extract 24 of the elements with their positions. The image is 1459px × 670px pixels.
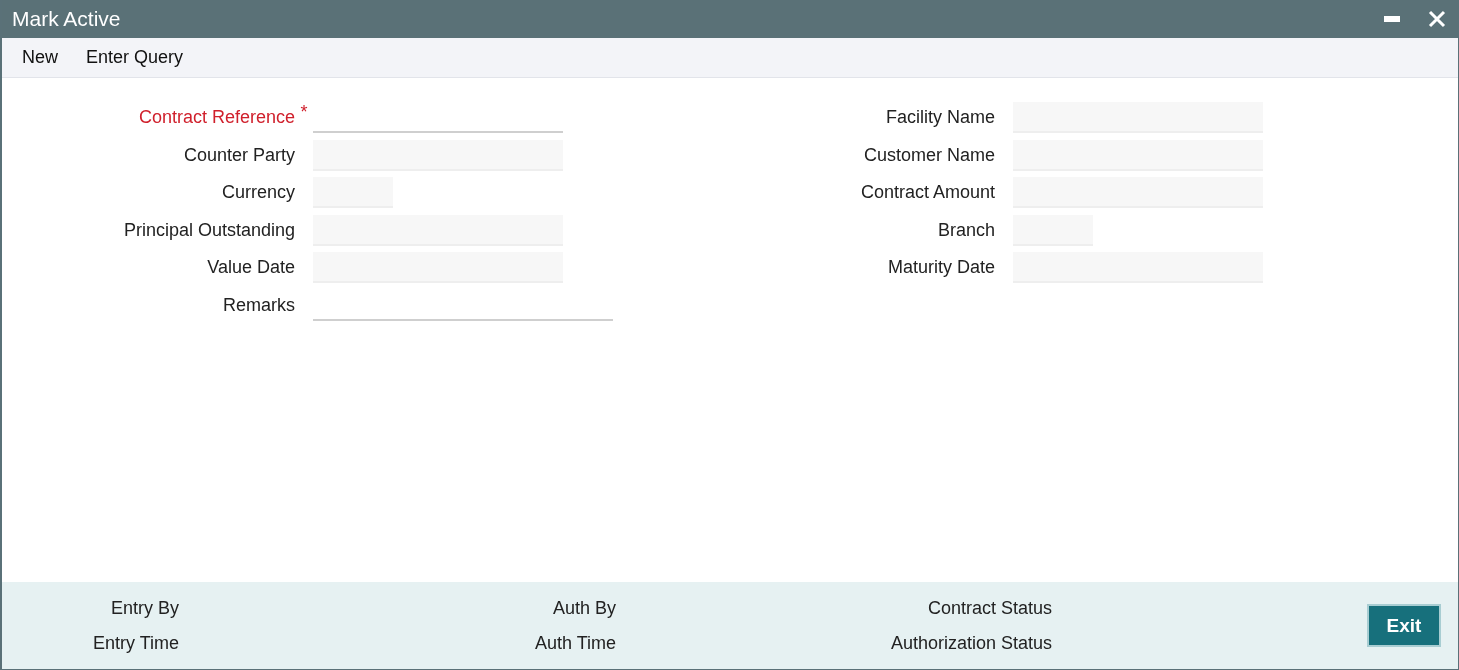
field-label: Counter Party bbox=[182, 144, 295, 166]
field-label: Branch bbox=[936, 219, 995, 241]
close-icon[interactable] bbox=[1428, 10, 1446, 28]
field-label: Facility Name bbox=[884, 107, 995, 129]
required-marker: * bbox=[300, 102, 308, 123]
field-label: Contract Amount bbox=[859, 182, 995, 204]
field-label: Value Date bbox=[206, 257, 295, 279]
window-title: Mark Active bbox=[12, 7, 121, 31]
field-label: Currency bbox=[220, 182, 295, 204]
audit-label: Entry By bbox=[110, 597, 179, 619]
field-label: Contract Reference bbox=[137, 107, 295, 129]
field-label: Customer Name bbox=[862, 144, 995, 166]
minimize-icon[interactable] bbox=[1384, 16, 1400, 22]
field-label: Maturity Date bbox=[886, 257, 995, 279]
audit-label: Entry Time bbox=[92, 632, 179, 654]
audit-label: Auth Time bbox=[534, 632, 616, 654]
field-label: Remarks bbox=[222, 294, 295, 316]
toolbar-button[interactable]: Enter Query bbox=[76, 43, 194, 72]
toolbar-button[interactable]: New bbox=[12, 43, 68, 72]
audit-label: Authorization Status bbox=[890, 632, 1052, 654]
audit-label: Auth By bbox=[552, 597, 616, 619]
audit-label: Contract Status bbox=[927, 597, 1052, 619]
field-label: Principal Outstanding bbox=[122, 219, 295, 241]
exit-button[interactable]: Exit bbox=[1367, 604, 1441, 647]
